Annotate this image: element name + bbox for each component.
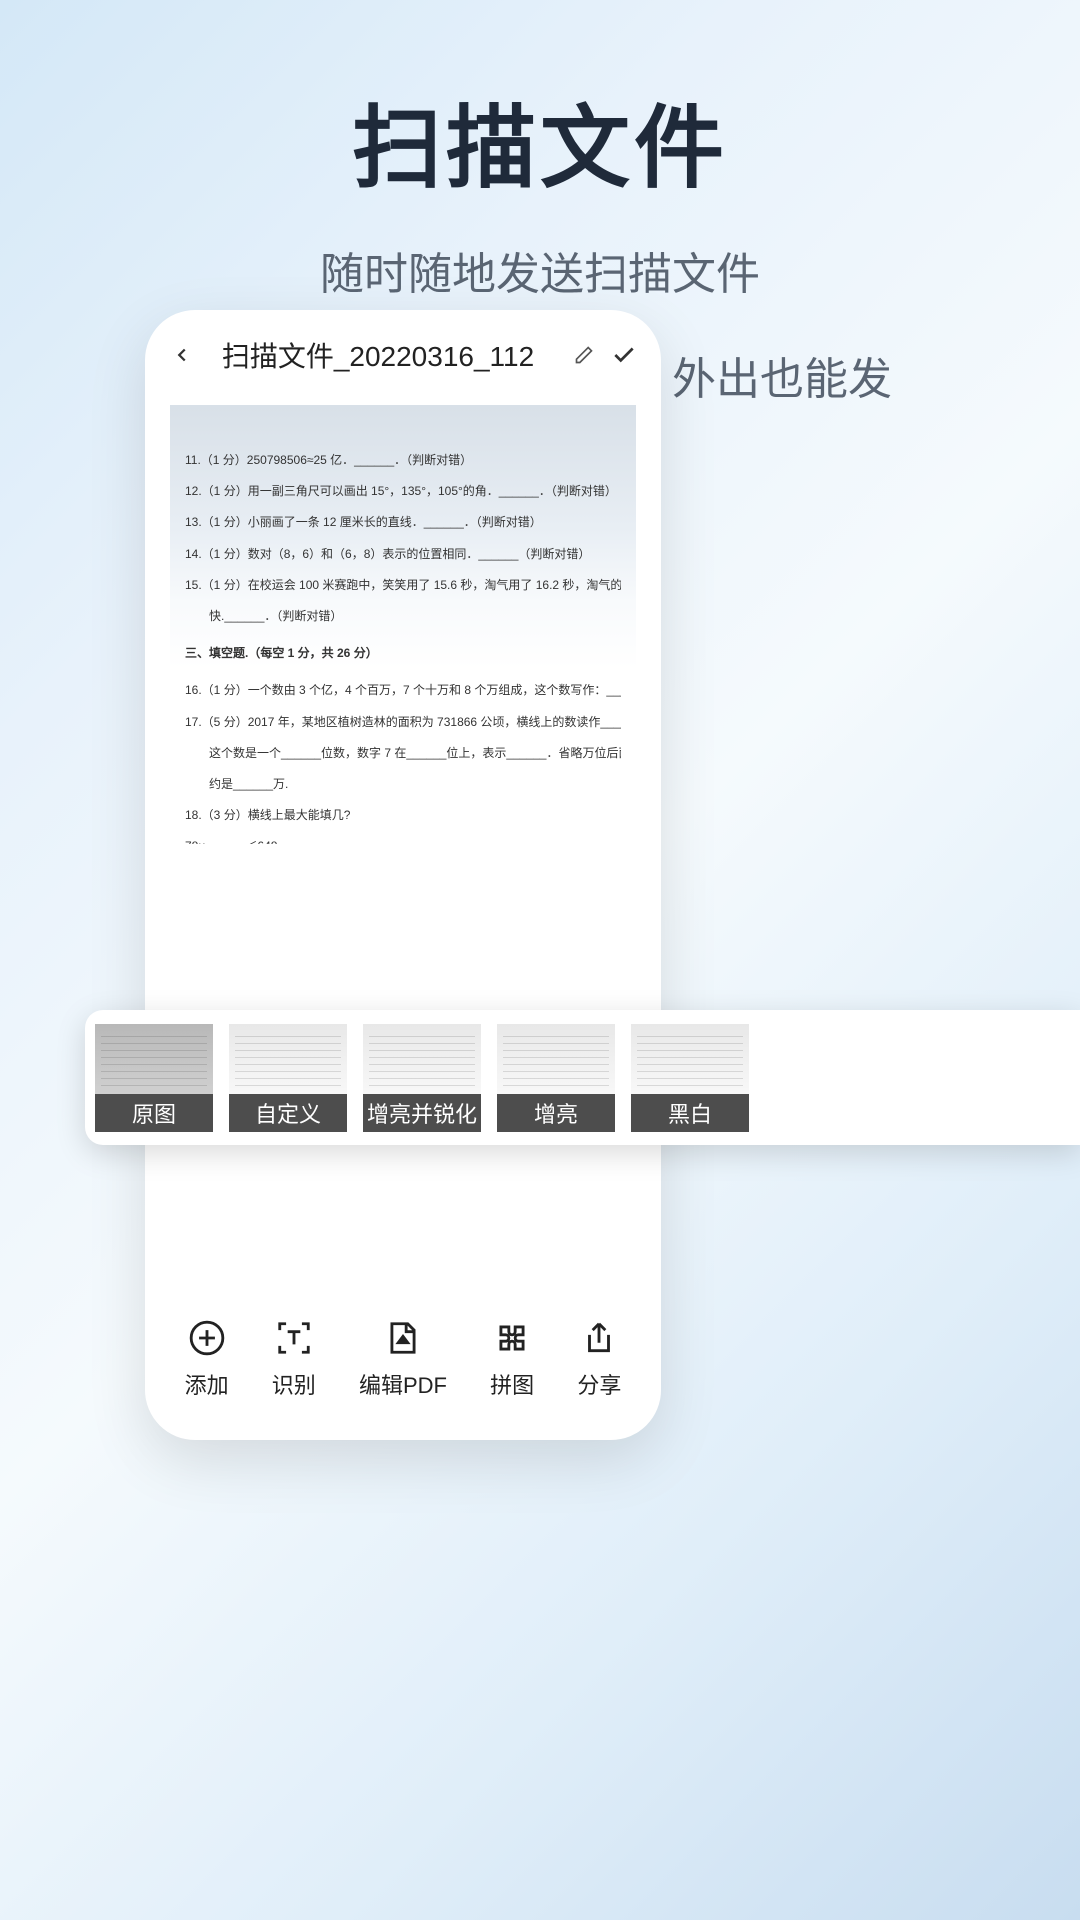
edit-icon[interactable] [569,340,599,370]
share-icon [579,1318,619,1358]
filter-custom[interactable]: 自定义 [229,1024,347,1132]
collage-button[interactable]: 拼图 [490,1318,534,1400]
doc-line: 这个数是一个______位数，数字 7 在______位上，表示______．省… [185,738,621,769]
subtitle-line-1: 随时随地发送扫描文件 [0,240,1080,310]
tool-label: 拼图 [490,1368,534,1400]
filter-brighten[interactable]: 增亮 [497,1024,615,1132]
tool-label: 分享 [577,1368,621,1400]
doc-line: 约是______万. [185,769,621,800]
doc-line: 11.（1 分）250798506≈25 亿．______．（判断对错） [185,445,621,476]
pdf-icon [383,1318,423,1358]
filename-title: 扫描文件_20220316_112 [197,335,559,375]
doc-line: 12.（1 分）用一副三角尺可以画出 15°，135°，105°的角．_____… [185,476,621,507]
filter-label: 增亮 [497,1094,615,1132]
filter-preview [363,1024,481,1094]
edit-pdf-button[interactable]: 编辑PDF [359,1318,447,1400]
phone-header: 扫描文件_20220316_112 [145,310,661,390]
tool-label: 添加 [185,1368,229,1400]
filter-label: 黑白 [631,1094,749,1132]
filter-preview [631,1024,749,1094]
document-preview[interactable]: 11.（1 分）250798506≈25 亿．______．（判断对错） 12.… [170,405,636,844]
phone-frame: 扫描文件_20220316_112 11.（1 分）250798506≈25 亿… [145,310,661,1440]
filter-original[interactable]: 原图 [95,1024,213,1132]
doc-line: 15.（1 分）在校运会 100 米赛跑中，笑笑用了 15.6 秒，淘气用了 1… [185,570,621,601]
doc-line: 快.______．（判断对错） [185,601,621,632]
recognize-button[interactable]: 识别 [272,1318,316,1400]
doc-line: 14.（1 分）数对（8，6）和（6，8）表示的位置相同．______（判断对错… [185,539,621,570]
filter-blackwhite[interactable]: 黑白 [631,1024,749,1132]
tool-label: 编辑PDF [359,1368,447,1400]
doc-line: 13.（1 分）小丽画了一条 12 厘米长的直线．______．（判断对错） [185,507,621,538]
tool-label: 识别 [272,1368,316,1400]
bottom-toolbar: 添加 识别 编辑PDF 拼图 分享 [145,1293,661,1440]
filter-label: 自定义 [229,1094,347,1132]
doc-line: 78×______＜648 [185,831,621,844]
doc-section-title: 三、填空题.（每空 1 分，共 26 分） [185,638,621,669]
main-title: 扫描文件 [0,75,1080,205]
filter-preview [95,1024,213,1094]
doc-line: 18.（3 分）横线上最大能填几? [185,800,621,831]
doc-line: 16.（1 分）一个数由 3 个亿，4 个百万，7 个十万和 8 个万组成，这个… [185,675,621,706]
filter-label: 增亮并锐化 [363,1094,481,1132]
document-content: 11.（1 分）250798506≈25 亿．______．（判断对错） 12.… [170,405,636,844]
filter-brighten-sharpen[interactable]: 增亮并锐化 [363,1024,481,1132]
ocr-icon [274,1318,314,1358]
doc-line: 17.（5 分）2017 年，某地区植树造林的面积为 731866 公顷，横线上… [185,707,621,738]
filter-label: 原图 [95,1094,213,1132]
puzzle-icon [492,1318,532,1358]
filter-carousel[interactable]: 原图 自定义 增亮并锐化 增亮 黑白 [85,1010,1080,1145]
back-icon[interactable] [167,340,197,370]
add-button[interactable]: 添加 [185,1318,229,1400]
confirm-icon[interactable] [609,340,639,370]
share-button[interactable]: 分享 [577,1318,621,1400]
filter-preview [229,1024,347,1094]
plus-circle-icon [187,1318,227,1358]
filter-preview [497,1024,615,1094]
